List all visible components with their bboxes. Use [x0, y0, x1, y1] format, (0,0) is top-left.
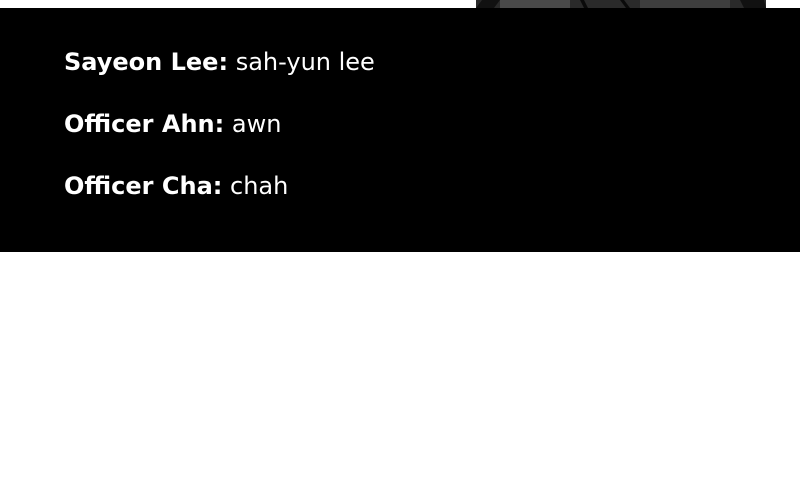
pronunciation-guide-panel: Sayeon Lee: sah-yun lee Officer Ahn: awn…	[0, 8, 800, 252]
character-name: Officer Ahn	[64, 110, 215, 138]
pronunciation-text: sah-yun lee	[235, 48, 375, 76]
glossary-entry-officer-ahn: Officer Ahn: awn	[64, 109, 281, 139]
comic-page: Sayeon Lee: sah-yun lee Officer Ahn: awn…	[0, 0, 800, 500]
glossary-entry-sayeon-lee: Sayeon Lee: sah-yun lee	[64, 47, 375, 77]
character-name: Officer Cha	[64, 172, 213, 200]
comic-art-illustration	[476, 0, 766, 8]
character-name: Sayeon Lee	[64, 48, 219, 76]
entry-separator: :	[218, 48, 229, 76]
entry-separator: :	[212, 172, 223, 200]
pronunciation-text: chah	[230, 172, 289, 200]
glossary-entry-officer-cha: Officer Cha: chah	[64, 171, 288, 201]
entry-separator: :	[214, 110, 225, 138]
pronunciation-text: awn	[231, 110, 282, 138]
comic-art-fragment	[0, 0, 800, 8]
